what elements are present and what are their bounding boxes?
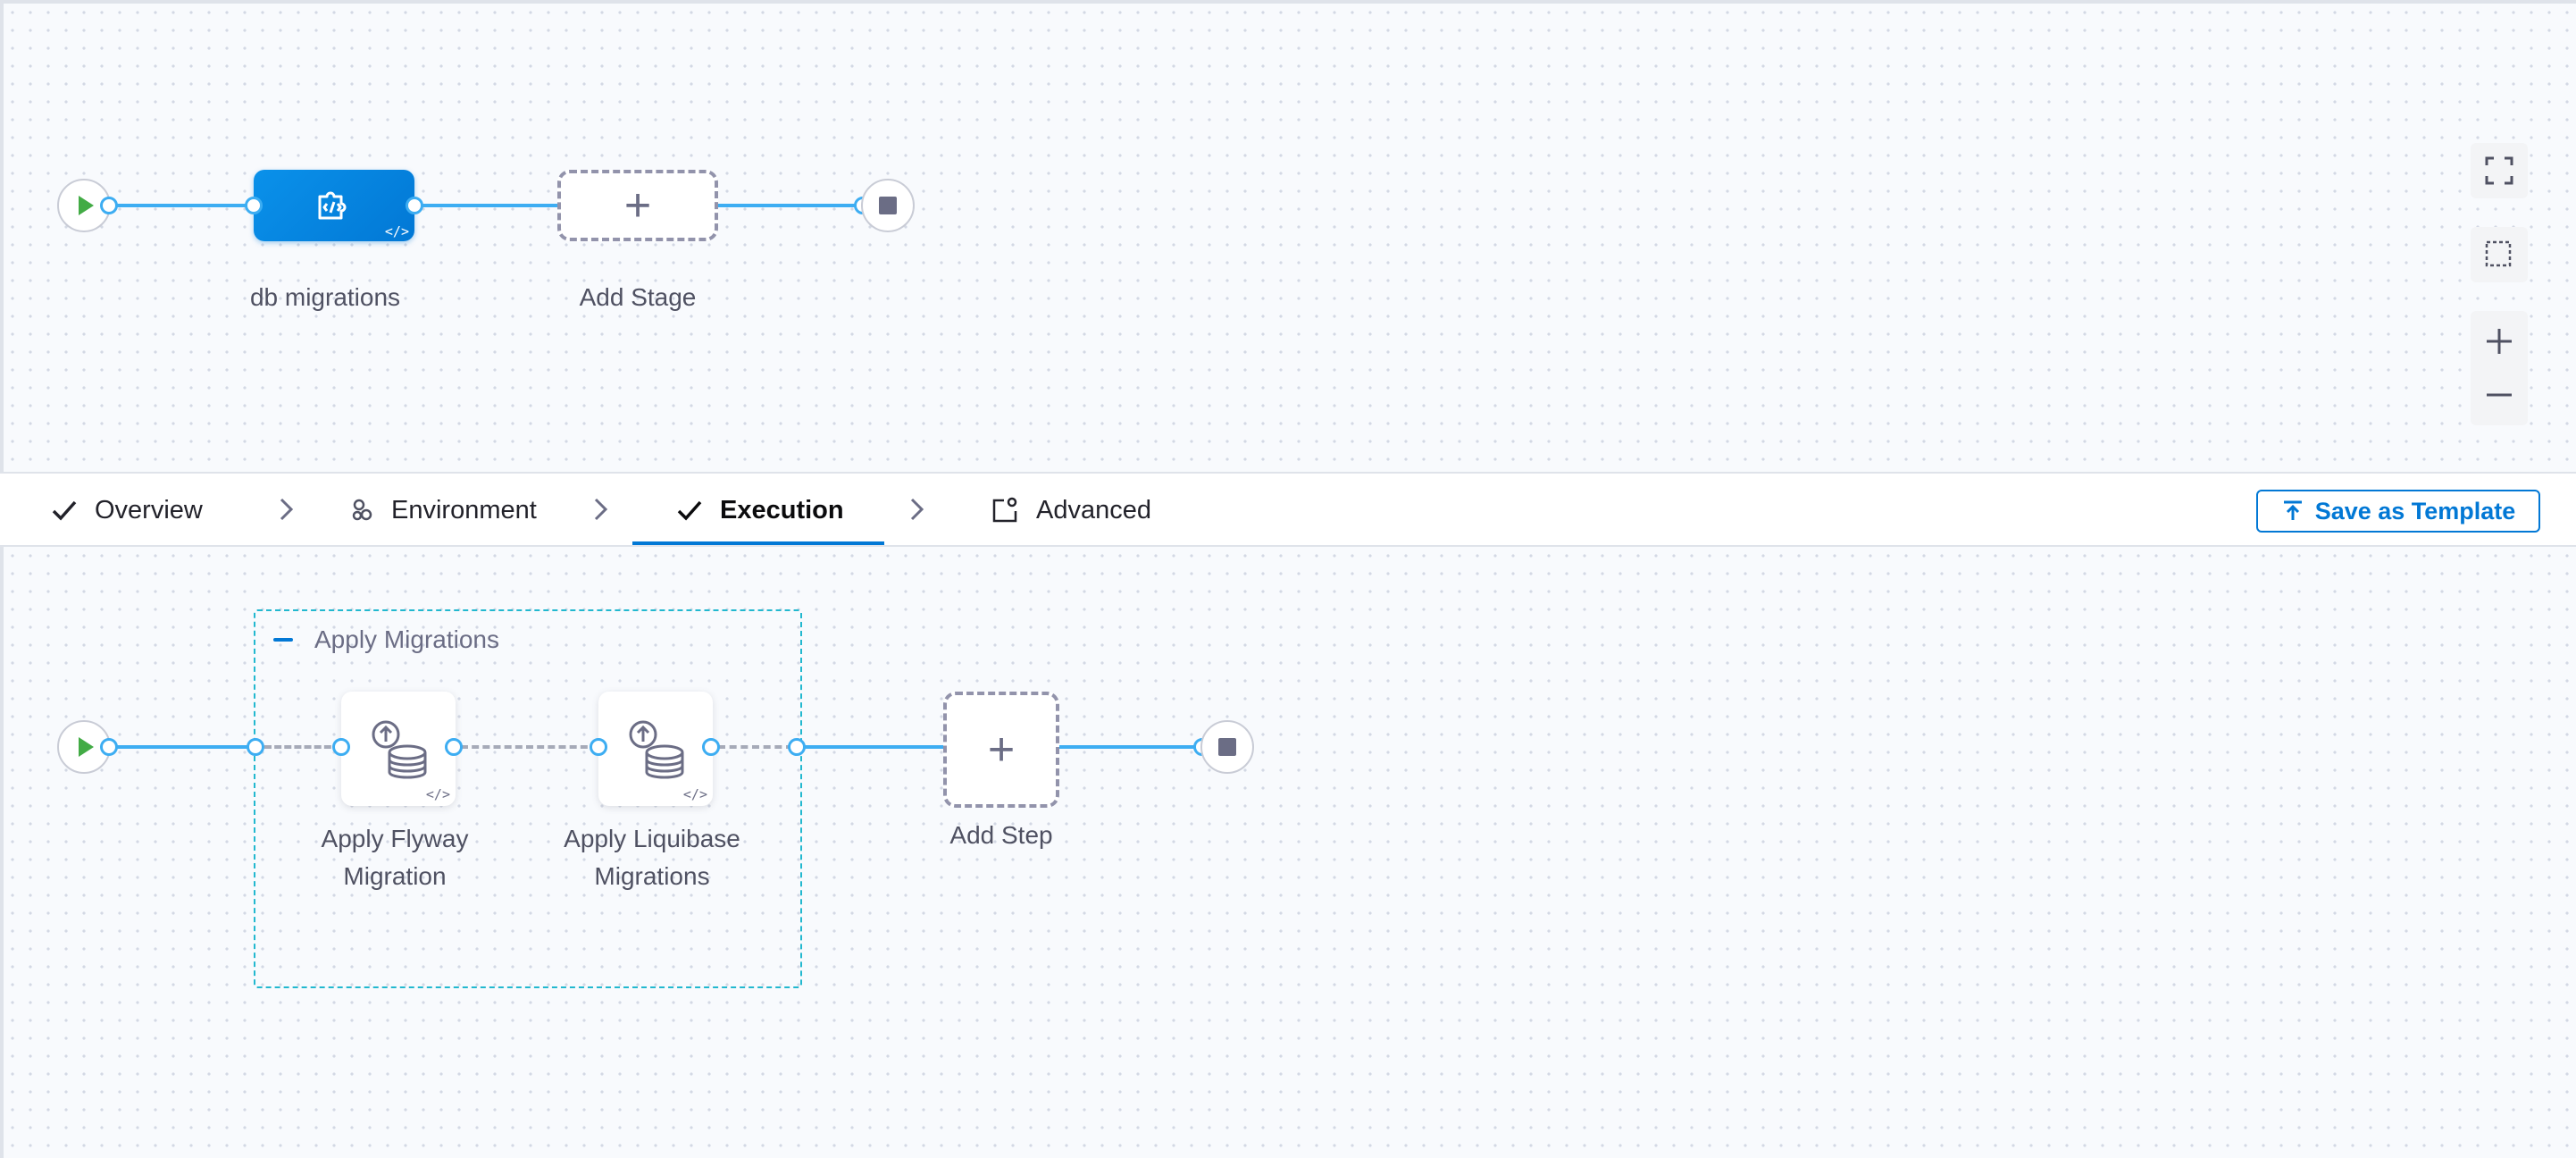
chevron-right-icon [594,498,608,521]
chevron-right-icon [280,498,294,521]
play-icon [79,196,94,215]
step-2-label-line1: Apply Liquibase [564,825,740,852]
stop-icon [1218,738,1236,756]
pipeline-end-node [861,179,915,232]
environment-icon [352,499,372,521]
check-icon [52,500,77,521]
group-wire-2 [461,745,598,749]
save-as-template-label: Save as Template [2314,497,2516,524]
code-badge-icon: </> [384,223,409,239]
step-1-output-port[interactable] [445,738,463,756]
fullscreen-button[interactable] [2471,143,2528,198]
check-icon [677,500,702,521]
pipeline-wire-start [109,204,254,207]
step-1-label-line1: Apply Flyway [321,825,469,852]
stage-input-port[interactable] [245,197,263,214]
step-group-apply-migrations[interactable] [254,609,802,988]
tab-execution[interactable]: Execution [675,474,844,547]
tab-overview-label: Overview [95,495,203,524]
tab-environment-label: Environment [391,495,537,524]
execution-end-node [1200,720,1254,774]
stage-db-migrations[interactable]: </> [254,170,414,241]
zoom-in-icon [2487,329,2512,354]
add-stage-label: Add Stage [579,283,697,311]
plus-icon: + [987,724,1016,776]
tab-environment[interactable]: Environment [350,474,537,547]
collapse-icon[interactable] [273,638,293,642]
group-input-port[interactable] [247,738,264,756]
code-badge-icon: </> [425,786,450,802]
pipeline-start-port[interactable] [100,197,118,214]
fullscreen-icon [2485,156,2513,185]
select-area-button[interactable] [2471,227,2528,282]
advanced-settings-icon [992,497,1017,523]
select-area-icon [2485,240,2512,267]
step-apply-liquibase-migrations[interactable]: </> [598,692,713,806]
group-wire-1 [264,745,341,749]
execution-wire-add [802,745,945,749]
execution-start-port[interactable] [100,738,118,756]
upload-icon [2283,500,2302,520]
database-migration-icon [629,720,684,779]
step-group-title: Apply Migrations [314,625,499,653]
code-badge-icon: </> [682,786,707,802]
step-1-label: Apply Flyway Migration [270,820,520,895]
active-tab-indicator [632,541,884,545]
step-2-input-port[interactable] [590,738,607,756]
step-2-label-line2: Migrations [594,862,710,890]
plus-icon: + [623,180,652,231]
stop-icon [879,197,897,214]
tab-execution-label: Execution [720,495,844,524]
zoom-out-button[interactable] [2484,368,2514,422]
step-1-label-line2: Migration [343,862,447,890]
play-icon [79,737,94,757]
stage-label: db migrations [249,283,401,311]
step-1-input-port[interactable] [332,738,350,756]
stage-output-port[interactable] [406,197,423,214]
execution-wire-end [1058,745,1204,749]
zoom-in-button[interactable] [2484,315,2514,368]
custom-stage-icon [318,191,347,220]
stage-tabs-bar: Overview Environment Execution Advanced … [0,472,2576,547]
pipeline-wire-middle [414,204,559,207]
pipeline-wire-end [716,204,865,207]
zoom-out-icon [2487,393,2512,397]
add-step-button[interactable]: + [943,692,1059,808]
zoom-controls [2471,311,2528,425]
step-apply-flyway-migration[interactable]: </> [341,692,456,806]
step-group-header: Apply Migrations [273,622,499,658]
step-2-label: Apply Liquibase Migrations [527,820,777,895]
add-stage-button[interactable]: + [557,170,718,241]
chevron-right-icon [910,498,924,521]
step-2-output-port[interactable] [702,738,720,756]
database-migration-icon [372,720,427,779]
tab-advanced[interactable]: Advanced [990,474,1151,547]
execution-wire-start [109,745,255,749]
save-as-template-button[interactable]: Save as Template [2256,490,2540,533]
tab-advanced-label: Advanced [1036,495,1151,524]
add-step-label: Add Step [949,821,1053,849]
group-output-port[interactable] [788,738,806,756]
tab-overview[interactable]: Overview [50,474,203,547]
group-wire-3 [718,745,793,749]
